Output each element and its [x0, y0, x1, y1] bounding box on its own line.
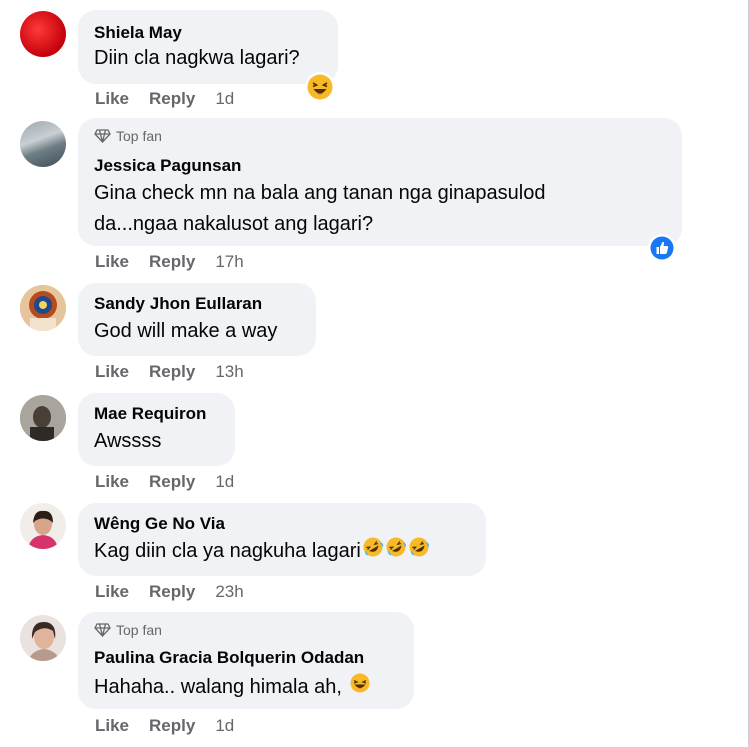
top-fan-badge: Top fan [94, 622, 162, 638]
comment-timestamp[interactable]: 17h [215, 252, 243, 272]
avatar-image [20, 395, 66, 441]
diamond-icon [94, 129, 111, 143]
comment-timestamp[interactable]: 1d [215, 472, 234, 492]
comment-author[interactable]: Sandy Jhon Eullaran [94, 294, 262, 314]
comment-text: Diin cla nagkwa lagari? [94, 47, 300, 69]
comment-actions: Like Reply 1d [95, 89, 234, 109]
avatar[interactable] [20, 615, 66, 661]
comment-actions: Like Reply 17h [95, 252, 244, 272]
comment-bubble: Top fan Paulina Gracia Bolquerin Odadan … [78, 612, 414, 709]
reply-button[interactable]: Reply [149, 582, 195, 602]
like-button[interactable]: Like [95, 252, 129, 272]
comment-text: Kag diin cla ya nagkuha lagari [94, 536, 430, 567]
comment-author[interactable]: Jessica Pagunsan [94, 156, 241, 176]
comment-actions: Like Reply 1d [95, 472, 234, 492]
avatar[interactable] [20, 395, 66, 441]
comment-author[interactable]: Shiela May [94, 23, 182, 43]
comment-text-line: da...ngaa nakalusot ang lagari? [94, 213, 374, 235]
comment-timestamp[interactable]: 1d [215, 89, 234, 109]
comment-author[interactable]: Mae Requiron [94, 404, 206, 424]
diamond-icon [94, 623, 111, 637]
comment-actions: Like Reply 23h [95, 582, 244, 602]
reply-button[interactable]: Reply [149, 362, 195, 382]
comment-timestamp[interactable]: 23h [215, 582, 243, 602]
comment-bubble: Wêng Ge No Via Kag diin cla ya nagkuha l… [78, 503, 486, 576]
comment-text: Awssss [94, 430, 162, 452]
avatar[interactable] [20, 121, 66, 167]
like-icon[interactable] [647, 233, 677, 268]
avatar[interactable] [20, 285, 66, 331]
reply-button[interactable]: Reply [149, 716, 195, 736]
avatar-image [20, 615, 66, 661]
comment-actions: Like Reply 1d [95, 716, 234, 736]
comment-bubble: Shiela May Diin cla nagkwa lagari? [78, 10, 338, 84]
like-button[interactable]: Like [95, 716, 129, 736]
rofl-emoji [362, 536, 384, 567]
comment-actions: Like Reply 13h [95, 362, 244, 382]
comment-bubble: Sandy Jhon Eullaran God will make a way [78, 283, 316, 356]
comment-bubble: Mae Requiron Awssss [78, 393, 235, 466]
like-button[interactable]: Like [95, 362, 129, 382]
avatar-image [20, 285, 66, 331]
comment-text-line: Gina check mn na bala ang tanan nga gina… [94, 182, 546, 204]
reply-button[interactable]: Reply [149, 252, 195, 272]
comment-text: Hahaha.. walang himala ah, [94, 672, 371, 703]
like-button[interactable]: Like [95, 472, 129, 492]
comment-timestamp[interactable]: 1d [215, 716, 234, 736]
rofl-emoji [408, 536, 430, 567]
avatar[interactable] [20, 11, 66, 57]
reply-button[interactable]: Reply [149, 472, 195, 492]
laughing-emoji [349, 672, 371, 703]
comment-text: God will make a way [94, 320, 278, 342]
avatar-image [20, 503, 66, 549]
comment-bubble: Top fan Jessica Pagunsan Gina check mn n… [78, 118, 682, 246]
comment-author[interactable]: Wêng Ge No Via [94, 514, 225, 534]
like-button[interactable]: Like [95, 582, 129, 602]
comment-author[interactable]: Paulina Gracia Bolquerin Odadan [94, 648, 364, 668]
like-button[interactable]: Like [95, 89, 129, 109]
reply-button[interactable]: Reply [149, 89, 195, 109]
top-fan-badge: Top fan [94, 128, 162, 144]
avatar[interactable] [20, 503, 66, 549]
rofl-emoji [385, 536, 407, 567]
haha-icon[interactable] [304, 71, 336, 108]
comment-timestamp[interactable]: 13h [215, 362, 243, 382]
